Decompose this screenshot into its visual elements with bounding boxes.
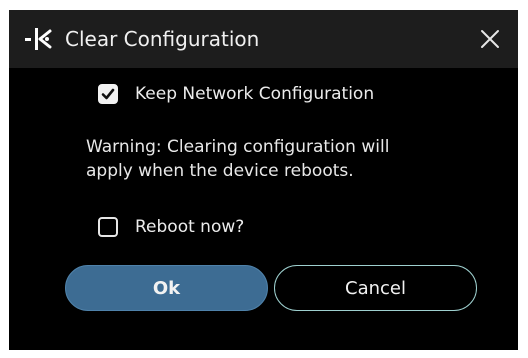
- warning-message: Warning: Clearing configuration will app…: [86, 135, 486, 183]
- cancel-button[interactable]: Cancel: [274, 265, 477, 311]
- reboot-now-checkbox[interactable]: [98, 217, 118, 237]
- keep-network-checkbox[interactable]: [98, 84, 118, 104]
- close-icon[interactable]: [475, 24, 505, 54]
- dialog-titlebar: Clear Configuration: [9, 10, 518, 68]
- keep-network-label: Keep Network Configuration: [135, 84, 375, 104]
- cancel-button-label: Cancel: [345, 277, 406, 299]
- checkmark-icon: [101, 88, 115, 100]
- ok-button-label: Ok: [152, 277, 181, 299]
- ok-button[interactable]: Ok: [65, 265, 268, 311]
- warning-line-1: Warning: Clearing configuration will: [86, 137, 390, 157]
- keep-network-option[interactable]: Keep Network Configuration: [98, 82, 374, 106]
- dialog-title: Clear Configuration: [65, 27, 260, 51]
- reboot-now-option[interactable]: Reboot now?: [98, 215, 244, 239]
- clear-configuration-dialog: Clear Configuration Keep Network Configu…: [9, 10, 518, 350]
- company-logo-icon: [25, 28, 52, 50]
- reboot-now-label: Reboot now?: [135, 217, 245, 237]
- warning-line-2: apply when the device reboots.: [86, 161, 354, 181]
